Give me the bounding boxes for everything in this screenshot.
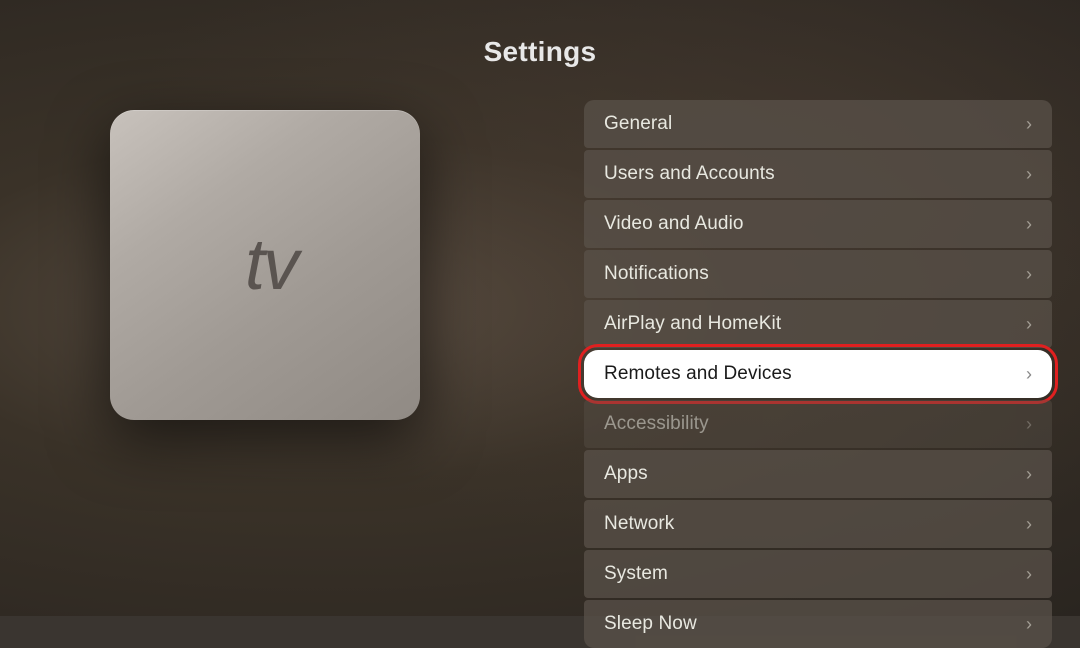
page-title: Settings	[0, 36, 1080, 68]
chevron-icon-apps: ›	[1026, 464, 1032, 485]
settings-label-remotes-and-devices: Remotes and Devices	[604, 363, 792, 385]
chevron-icon-network: ›	[1026, 514, 1032, 535]
chevron-icon-users-and-accounts: ›	[1026, 164, 1032, 185]
tv-text: tv	[245, 224, 297, 306]
settings-label-apps: Apps	[604, 463, 648, 485]
chevron-icon-remotes-and-devices: ›	[1026, 364, 1032, 385]
settings-label-general: General	[604, 113, 672, 135]
settings-item-users-and-accounts[interactable]: Users and Accounts ›	[584, 150, 1052, 198]
appletv-logo: tv	[233, 224, 297, 306]
chevron-icon-sleep-now: ›	[1026, 614, 1032, 635]
settings-label-users-and-accounts: Users and Accounts	[604, 163, 775, 185]
settings-list: General›Users and Accounts›Video and Aud…	[584, 100, 1052, 648]
chevron-icon-accessibility: ›	[1026, 414, 1032, 435]
settings-item-general[interactable]: General ›	[584, 100, 1052, 148]
settings-label-system: System	[604, 563, 668, 585]
settings-item-notifications[interactable]: Notifications ›	[584, 250, 1052, 298]
chevron-icon-video-and-audio: ›	[1026, 214, 1032, 235]
chevron-icon-general: ›	[1026, 114, 1032, 135]
appletv-device-image: tv	[110, 110, 420, 420]
settings-item-video-and-audio[interactable]: Video and Audio ›	[584, 200, 1052, 248]
chevron-icon-airplay-and-homekit: ›	[1026, 314, 1032, 335]
settings-label-video-and-audio: Video and Audio	[604, 213, 744, 235]
settings-item-airplay-and-homekit[interactable]: AirPlay and HomeKit ›	[584, 300, 1052, 348]
settings-label-accessibility: Accessibility	[604, 413, 709, 435]
settings-label-network: Network	[604, 513, 674, 535]
settings-item-network[interactable]: Network ›	[584, 500, 1052, 548]
chevron-icon-notifications: ›	[1026, 264, 1032, 285]
settings-item-system[interactable]: System ›	[584, 550, 1052, 598]
settings-label-airplay-and-homekit: AirPlay and HomeKit	[604, 313, 781, 335]
chevron-icon-system: ›	[1026, 564, 1032, 585]
settings-item-apps[interactable]: Apps ›	[584, 450, 1052, 498]
settings-label-sleep-now: Sleep Now	[604, 613, 697, 635]
settings-item-sleep-now[interactable]: Sleep Now ›	[584, 600, 1052, 648]
settings-label-notifications: Notifications	[604, 263, 709, 285]
settings-item-accessibility[interactable]: Accessibility ›	[584, 400, 1052, 448]
settings-item-remotes-and-devices[interactable]: Remotes and Devices ›	[584, 350, 1052, 398]
